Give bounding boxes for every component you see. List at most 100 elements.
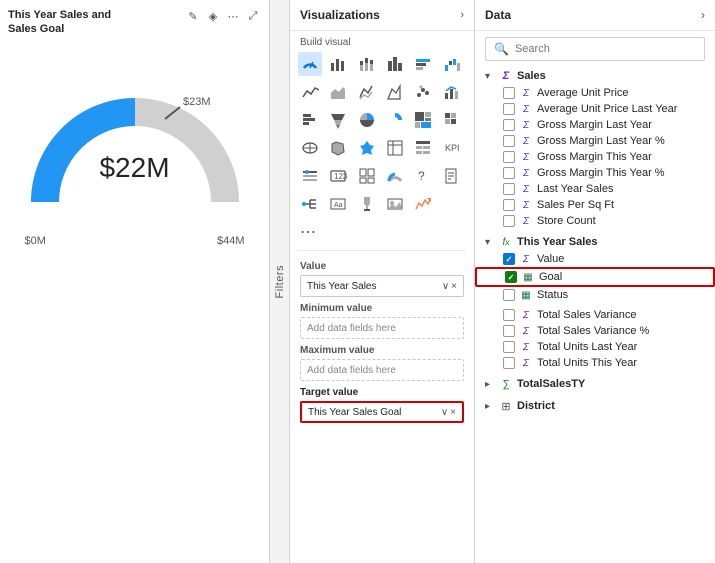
list-item[interactable]: Σ Gross Margin This Year %: [475, 165, 715, 181]
total-units-ly-checkbox[interactable]: [503, 341, 515, 353]
filters-tab[interactable]: Filters: [270, 0, 290, 563]
build-visual-label: Build visual: [290, 31, 474, 50]
filled-map-icon[interactable]: [355, 136, 379, 160]
list-item[interactable]: Σ Total Units This Year: [475, 355, 715, 371]
viz-more-btn[interactable]: ⋯ ...: [290, 218, 474, 246]
pin-icon[interactable]: ◈: [205, 8, 221, 24]
list-item[interactable]: Σ Total Sales Variance: [475, 307, 715, 323]
area-icon[interactable]: [326, 80, 350, 104]
search-box[interactable]: 🔍: [485, 37, 705, 61]
this-year-sales-section: ▾ fx This Year Sales Σ Value ▦ Goal ▦ St…: [475, 233, 715, 307]
image-icon[interactable]: [383, 192, 407, 216]
viz-chevron-icon[interactable]: ›: [460, 9, 464, 21]
goal-row[interactable]: ▦ Goal: [475, 267, 715, 287]
tsv-checkbox[interactable]: [503, 309, 515, 321]
combo-icon[interactable]: [440, 80, 464, 104]
list-item[interactable]: Σ Gross Margin This Year: [475, 149, 715, 165]
list-item[interactable]: Σ Total Sales Variance %: [475, 323, 715, 339]
store-count-checkbox[interactable]: [503, 215, 515, 227]
viz-header: Visualizations ›: [290, 0, 474, 31]
this-year-sales-group[interactable]: ▾ fx This Year Sales: [475, 233, 715, 251]
target-well-input[interactable]: This Year Sales Goal ∨ ×: [300, 401, 464, 423]
tsv-pct-checkbox[interactable]: [503, 325, 515, 337]
bar-h-icon[interactable]: [298, 108, 322, 132]
gauge-viz-icon[interactable]: [298, 52, 322, 76]
data-chevron-icon[interactable]: ›: [701, 8, 705, 22]
shape-map-icon[interactable]: [326, 136, 350, 160]
donut-icon[interactable]: [383, 108, 407, 132]
100pct-bar-icon[interactable]: [411, 52, 435, 76]
paginated-icon[interactable]: [440, 164, 464, 188]
multirow-card-icon[interactable]: [355, 164, 379, 188]
list-item[interactable]: Σ Sales Per Sq Ft: [475, 197, 715, 213]
ellipsis-icon[interactable]: ⋯: [225, 8, 241, 24]
funnel-icon[interactable]: [326, 108, 350, 132]
line2-icon[interactable]: [355, 80, 379, 104]
list-item[interactable]: Σ Gross Margin Last Year %: [475, 133, 715, 149]
stacked-bar-icon[interactable]: [355, 52, 379, 76]
data-panel: Data › 🔍 ▾ Σ Sales Σ Average Unit Price …: [475, 0, 715, 563]
decomp-tree-icon[interactable]: [298, 192, 322, 216]
totalsalesty-group[interactable]: ▸ ∑ TotalSalesTY: [475, 375, 715, 393]
status-checkbox[interactable]: [503, 289, 515, 301]
matrix-icon[interactable]: [440, 108, 464, 132]
gross-margin-ly-pct-checkbox[interactable]: [503, 135, 515, 147]
value-checkbox[interactable]: [503, 253, 515, 265]
gross-margin-ty-checkbox[interactable]: [503, 151, 515, 163]
max-well-placeholder: Add data fields here: [307, 365, 396, 376]
target-close-icon[interactable]: ×: [450, 407, 456, 418]
card-icon[interactable]: 123: [326, 164, 350, 188]
max-field-well: Maximum value Add data fields here: [290, 339, 474, 381]
value-well-input[interactable]: This Year Sales ∨ ×: [300, 275, 464, 297]
value-close-icon[interactable]: ×: [451, 281, 457, 292]
list-item[interactable]: Σ Last Year Sales: [475, 181, 715, 197]
target-field-well: Target value This Year Sales Goal ∨ ×: [290, 381, 474, 431]
district-group[interactable]: ▸ ⊞ District: [475, 397, 715, 415]
table-viz-icon[interactable]: [383, 136, 407, 160]
qna-icon[interactable]: ?: [411, 164, 435, 188]
search-input[interactable]: [515, 43, 696, 55]
list-item[interactable]: Σ Average Unit Price Last Year: [475, 101, 715, 117]
status-label: Status: [537, 289, 568, 301]
min-well-input[interactable]: Add data fields here: [300, 317, 464, 339]
ribbon-icon[interactable]: [383, 80, 407, 104]
kpi-icon[interactable]: KPI: [440, 136, 464, 160]
list-item[interactable]: Σ Total Units Last Year: [475, 339, 715, 355]
avg-unit-price-ly-checkbox[interactable]: [503, 103, 515, 115]
treemap-icon[interactable]: [411, 108, 435, 132]
edit-icon[interactable]: ✎: [185, 8, 201, 24]
list-item[interactable]: ▦ Status: [475, 287, 715, 303]
gauge2-icon[interactable]: [383, 164, 407, 188]
avg-unit-price-checkbox[interactable]: [503, 87, 515, 99]
gross-margin-ly-checkbox[interactable]: [503, 119, 515, 131]
list-item[interactable]: Σ Store Count: [475, 213, 715, 229]
table-icon: ▦: [521, 270, 535, 284]
chart-icons: ✎ ◈ ⋯ ⤢: [185, 8, 261, 24]
waterfall-icon[interactable]: [440, 52, 464, 76]
list-item[interactable]: Σ Average Unit Price: [475, 85, 715, 101]
gauge-min-label: $0M: [25, 235, 46, 247]
custom-viz-icon[interactable]: [411, 192, 435, 216]
pie-icon[interactable]: [355, 108, 379, 132]
matrix2-icon[interactable]: [411, 136, 435, 160]
list-item[interactable]: Σ Gross Margin Last Year: [475, 117, 715, 133]
total-units-ty-checkbox[interactable]: [503, 357, 515, 369]
value-well-text: This Year Sales: [307, 281, 377, 292]
table-icon: ▦: [519, 288, 533, 302]
list-item[interactable]: Σ Value: [475, 251, 715, 267]
sales-group[interactable]: ▾ Σ Sales: [475, 67, 715, 85]
slicer-icon[interactable]: [298, 164, 322, 188]
sales-per-sqft-checkbox[interactable]: [503, 199, 515, 211]
goal-checkbox[interactable]: [505, 271, 517, 283]
bar-viz-icon[interactable]: [326, 52, 350, 76]
trophy-icon[interactable]: [355, 192, 379, 216]
col-chart-icon[interactable]: [383, 52, 407, 76]
line-icon[interactable]: [298, 80, 322, 104]
last-year-sales-checkbox[interactable]: [503, 183, 515, 195]
scatter-icon[interactable]: [411, 80, 435, 104]
text-box-icon[interactable]: Aa: [326, 192, 350, 216]
expand-icon[interactable]: ⤢: [245, 8, 261, 24]
gross-margin-ty-pct-checkbox[interactable]: [503, 167, 515, 179]
map-icon[interactable]: [298, 136, 322, 160]
max-well-input[interactable]: Add data fields here: [300, 359, 464, 381]
